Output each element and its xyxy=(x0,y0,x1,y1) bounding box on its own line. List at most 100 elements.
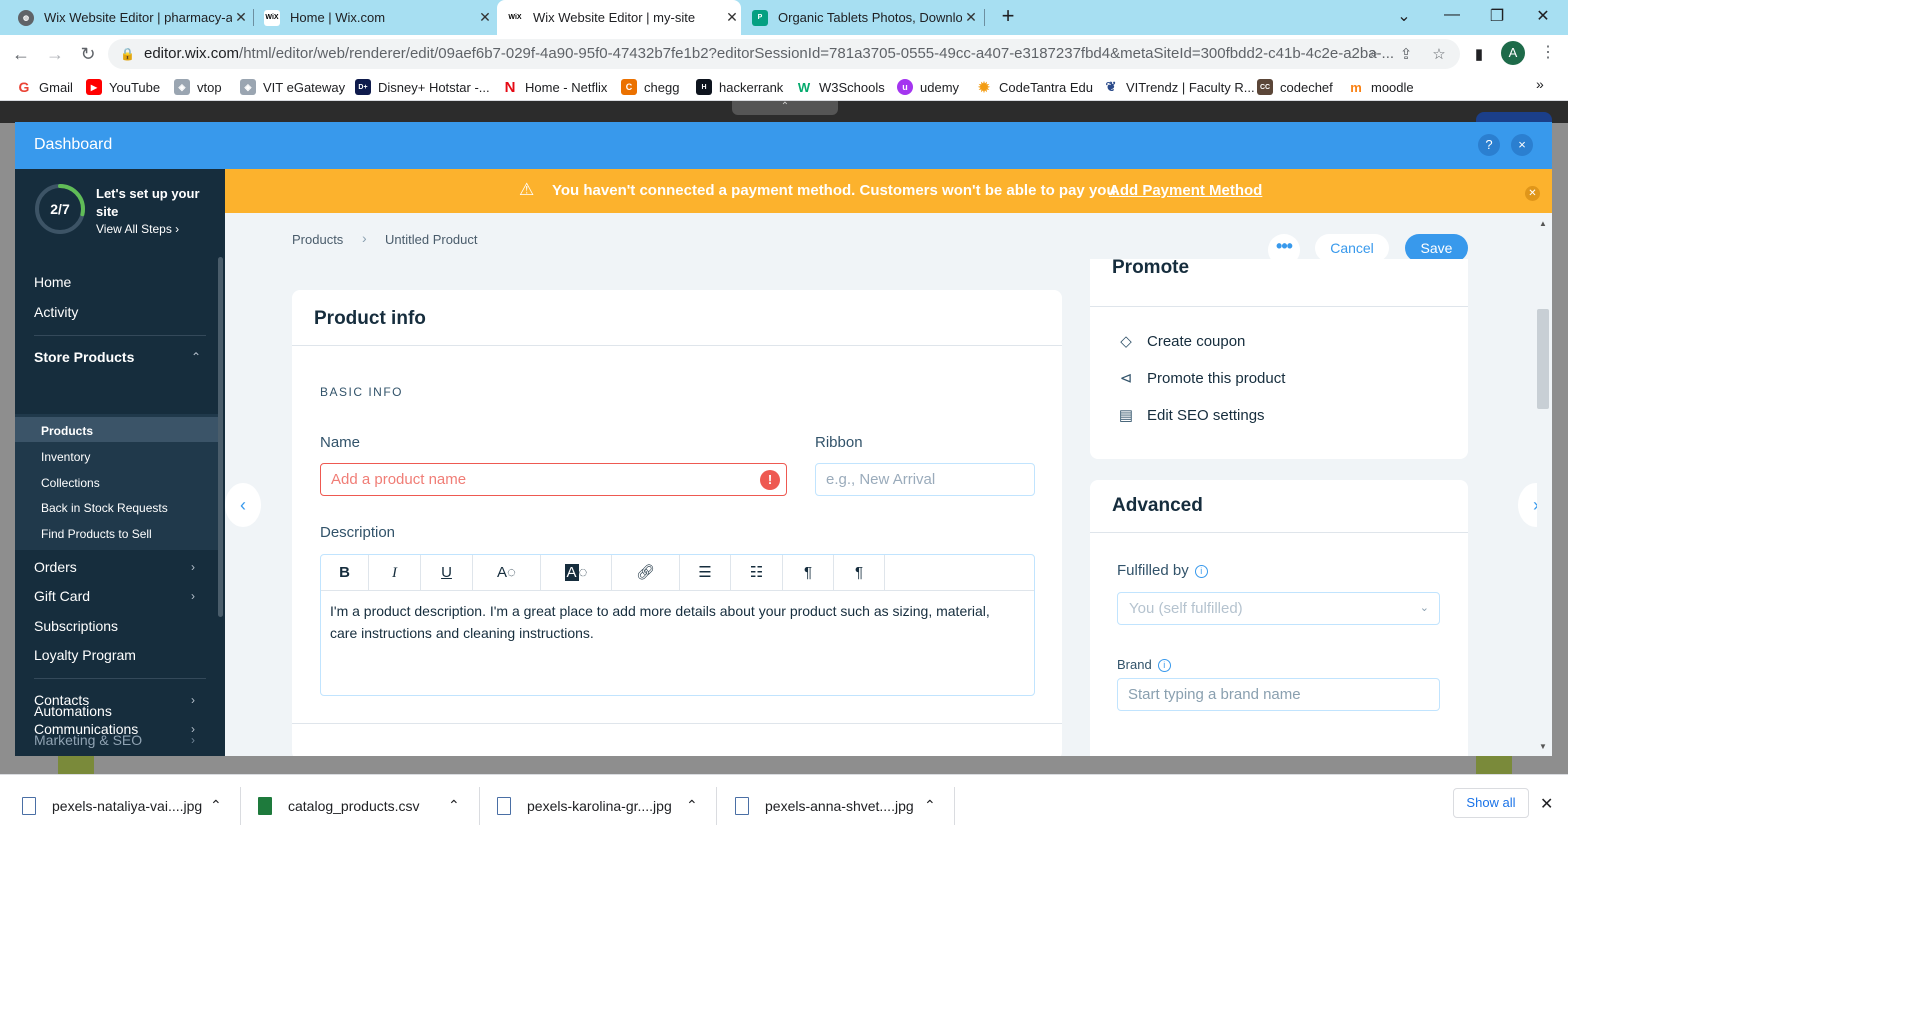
more-bookmarks-icon[interactable]: » xyxy=(1536,76,1544,92)
italic-icon[interactable]: I xyxy=(369,555,421,591)
address-bar[interactable]: 🔒 editor.wix.com/html/editor/web/rendere… xyxy=(108,39,1460,69)
description-editor[interactable]: B I U A◌ A ◌ 🔗︎ ☰ ☷ ¶ ¶ I'm a product des… xyxy=(320,554,1035,696)
close-icon[interactable]: ✕ xyxy=(232,9,250,26)
link-icon[interactable]: 🔗︎ xyxy=(612,555,680,591)
maximize-icon[interactable]: ❐ xyxy=(1485,6,1509,26)
side-panel-icon[interactable]: ▮ xyxy=(1469,45,1489,63)
share-icon[interactable]: ⇪ xyxy=(1396,45,1416,63)
chevron-up-icon[interactable]: ⌃ xyxy=(686,797,698,814)
browser-tab-active[interactable]: WiX Wix Website Editor | my-site ✕ xyxy=(497,0,741,35)
download-item[interactable]: pexels-nataliya-vai....jpg xyxy=(22,775,202,837)
close-icon[interactable]: ✕ xyxy=(1540,794,1553,814)
chevron-up-icon[interactable]: ⌃ xyxy=(924,797,936,814)
sidebar-item-collections[interactable]: Collections xyxy=(41,476,100,490)
sidebar-item-subscriptions[interactable]: Subscriptions xyxy=(34,618,118,634)
sidebar-item-orders[interactable]: Orders xyxy=(34,559,77,575)
info-icon[interactable]: i xyxy=(1194,564,1208,578)
close-icon[interactable]: × xyxy=(1511,134,1533,156)
sidebar-item-home[interactable]: Home xyxy=(34,274,71,290)
close-icon[interactable]: ✕ xyxy=(962,9,980,26)
bookmark-vit-egateway[interactable]: ◈ VIT eGateway xyxy=(240,78,345,96)
description-text[interactable]: I'm a product description. I'm a great p… xyxy=(330,600,1020,644)
view-all-steps-link[interactable]: View All Steps › xyxy=(96,222,179,236)
zoom-icon[interactable]: ⌕ xyxy=(1364,45,1384,62)
text-direction-ltr-icon[interactable]: ¶ xyxy=(783,555,834,591)
bookmark-vtop[interactable]: ◈ vtop xyxy=(174,78,222,96)
avatar[interactable]: A xyxy=(1501,41,1525,65)
new-tab-icon[interactable]: + xyxy=(996,5,1020,29)
download-item[interactable]: catalog_products.csv xyxy=(258,775,420,837)
text-direction-rtl-icon[interactable]: ¶ xyxy=(834,555,885,591)
bold-icon[interactable]: B xyxy=(321,555,369,591)
sidebar-item-loyalty[interactable]: Loyalty Program xyxy=(34,647,136,663)
product-name-input[interactable]: Add a product name ! xyxy=(320,463,787,496)
back-icon[interactable]: ← xyxy=(10,43,32,65)
sidebar-item-find-products[interactable]: Find Products to Sell xyxy=(41,527,152,541)
download-item[interactable]: pexels-karolina-gr....jpg xyxy=(497,775,672,837)
create-coupon-link[interactable]: ◇ Create coupon xyxy=(1117,332,1245,351)
setup-progress[interactable]: 2/7 Let's set up your site View All Step… xyxy=(15,169,225,254)
chevron-up-icon[interactable]: ⌃ xyxy=(191,350,201,364)
chevron-left-icon[interactable]: ‹ xyxy=(225,483,261,527)
save-button[interactable]: Save xyxy=(1405,234,1468,262)
scroll-down-icon[interactable]: ▼ xyxy=(1537,742,1549,751)
cancel-button[interactable]: Cancel xyxy=(1315,234,1389,262)
brand-input[interactable]: Start typing a brand name xyxy=(1117,678,1440,711)
bookmark-chegg[interactable]: Cchegg xyxy=(621,78,679,96)
sidebar-item-back-in-stock[interactable]: Back in Stock Requests xyxy=(41,501,168,515)
bookmark-youtube[interactable]: ▶ YouTube xyxy=(86,78,160,96)
info-icon[interactable]: i xyxy=(1157,659,1171,673)
browser-tab[interactable]: ◍ Wix Website Editor | pharmacy-a ✕ xyxy=(18,0,250,35)
bookmark-gmail[interactable]: G Gmail xyxy=(16,78,73,96)
sidebar-item-store-products[interactable]: Store Products xyxy=(34,349,134,365)
reload-icon[interactable]: ↻ xyxy=(77,43,99,65)
ribbon-input[interactable]: e.g., New Arrival xyxy=(815,463,1035,496)
sidebar-item-marketing[interactable]: Marketing & SEO xyxy=(34,732,142,748)
scrollbar-thumb[interactable] xyxy=(1537,309,1549,409)
chevron-up-icon[interactable]: ⌃ xyxy=(732,101,838,115)
scroll-up-icon[interactable]: ▲ xyxy=(1537,219,1549,228)
tab-search-icon[interactable]: ⌄ xyxy=(1392,6,1416,26)
sidebar-item-automations[interactable]: Automations xyxy=(34,703,112,719)
close-icon[interactable]: ✕ xyxy=(1525,186,1540,201)
sidebar-item-gift-card[interactable]: Gift Card xyxy=(34,588,90,604)
bookmark-codechef[interactable]: CC codechef xyxy=(1257,78,1333,96)
breadcrumb-products[interactable]: Products xyxy=(292,232,343,247)
chevron-up-icon[interactable]: ⌃ xyxy=(448,797,460,814)
edit-seo-link[interactable]: ▤ Edit SEO settings xyxy=(1117,406,1265,425)
bookmark-star-icon[interactable]: ☆ xyxy=(1429,45,1449,63)
numbered-list-icon[interactable]: ☷ xyxy=(731,555,783,591)
bookmark-codetantra[interactable]: ✹ CodeTantra Edu xyxy=(976,78,1093,96)
close-icon[interactable]: ✕ xyxy=(723,9,741,26)
bookmark-vitrendz[interactable]: ❦ VITrendz | Faculty R... xyxy=(1103,78,1255,96)
bookmark-hotstar[interactable]: D+ Disney+ Hotstar -... xyxy=(355,78,490,96)
sidebar-item-products[interactable]: Products xyxy=(41,424,93,438)
window-close-icon[interactable]: ✕ xyxy=(1531,6,1555,26)
text-color-icon[interactable]: A◌ xyxy=(473,555,541,591)
download-item[interactable]: pexels-anna-shvet....jpg xyxy=(735,775,914,837)
help-icon[interactable]: ? xyxy=(1478,134,1500,156)
browser-tab[interactable]: WiX Home | Wix.com ✕ xyxy=(264,0,494,35)
fulfilled-by-select[interactable]: You (self fulfilled) ⌄ xyxy=(1117,592,1440,625)
browser-menu-icon[interactable]: ⋮ xyxy=(1540,42,1556,62)
bulleted-list-icon[interactable]: ☰ xyxy=(680,555,731,591)
forward-icon[interactable]: → xyxy=(44,43,66,65)
highlight-color-icon[interactable]: A ◌ xyxy=(541,555,612,591)
add-payment-method-link[interactable]: Add Payment Method xyxy=(1109,182,1262,199)
bookmark-hackerrank[interactable]: Hhackerrank xyxy=(696,78,783,96)
underline-icon[interactable]: U xyxy=(421,555,473,591)
browser-tab[interactable]: P Organic Tablets Photos, Downlo ✕ xyxy=(752,0,980,35)
main-scrollbar[interactable] xyxy=(1537,213,1552,756)
bookmark-udemy[interactable]: u udemy xyxy=(897,78,959,96)
sidebar-item-inventory[interactable]: Inventory xyxy=(41,450,90,464)
bookmark-moodle[interactable]: m moodle xyxy=(1348,78,1413,96)
promote-product-link[interactable]: ⊲ Promote this product xyxy=(1117,369,1286,388)
sidebar-item-activity[interactable]: Activity xyxy=(34,304,78,320)
minimize-icon[interactable]: — xyxy=(1440,6,1464,24)
sidebar-scrollbar[interactable] xyxy=(218,257,223,617)
bookmark-w3schools[interactable]: W W3Schools xyxy=(796,78,885,96)
show-all-button[interactable]: Show all xyxy=(1453,788,1529,818)
bookmark-netflix[interactable]: N Home - Netflix xyxy=(502,78,608,96)
chevron-up-icon[interactable]: ⌃ xyxy=(210,797,222,814)
close-icon[interactable]: ✕ xyxy=(476,9,494,26)
